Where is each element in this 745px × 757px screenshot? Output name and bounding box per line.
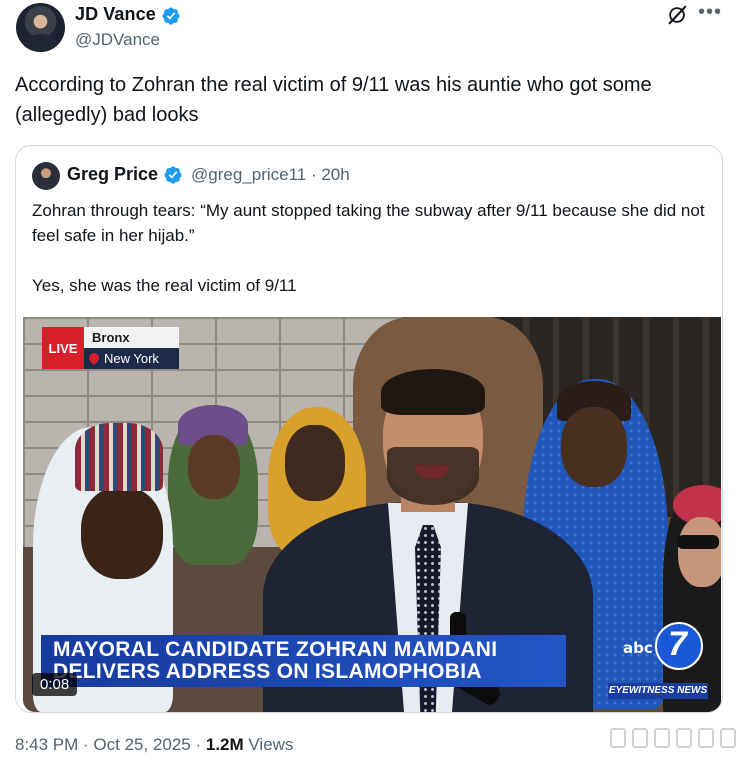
quoted-tweet[interactable]: Greg Price @greg_price11 · 20h Zohran th… <box>15 145 723 713</box>
watermark <box>610 726 736 750</box>
speaker <box>381 369 485 415</box>
video-player[interactable]: LIVE Bronx New York MAYORAL CANDIDATE ZO… <box>23 317 721 712</box>
watermark-mark <box>654 728 670 748</box>
background-person <box>81 487 163 579</box>
author-name[interactable]: JD Vance <box>75 4 156 25</box>
live-badge: LIVE <box>42 327 84 369</box>
station-logo-number: 7 <box>668 625 687 663</box>
verified-badge-icon <box>162 7 180 25</box>
headline-line: DELIVERS ADDRESS ON ISLAMOPHOBIA <box>53 660 482 683</box>
views-label: Views <box>243 735 294 754</box>
quote-paragraph: Yes, she was the real victim of 9/11 <box>32 276 297 295</box>
watermark-mark <box>676 728 692 748</box>
watermark-mark <box>720 728 736 748</box>
background-person <box>75 423 163 491</box>
background-person <box>561 407 627 487</box>
tweet: JD Vance @JDVance ••• According to Zohra… <box>0 0 745 757</box>
location-borough: Bronx <box>84 327 179 348</box>
background-person <box>188 435 240 499</box>
station-logo-text: abc <box>623 639 653 657</box>
watermark-mark <box>698 728 714 748</box>
quote-paragraph: Zohran through tears: “My aunt stopped t… <box>32 201 705 245</box>
background-person <box>678 517 721 587</box>
watermark-mark <box>610 728 626 748</box>
grok-icon[interactable] <box>666 4 688 26</box>
background-person <box>285 425 345 501</box>
quote-author-handle[interactable]: @greg_price11 · 20h <box>191 165 350 185</box>
headline-line: MAYORAL CANDIDATE ZOHRAN MAMDANI <box>53 638 498 661</box>
more-icon[interactable]: ••• <box>698 2 722 26</box>
watermark-mark <box>632 728 648 748</box>
quote-author-name[interactable]: Greg Price <box>67 164 158 185</box>
background-person <box>677 535 719 549</box>
quote-author-avatar[interactable] <box>32 162 60 190</box>
headline-banner: MAYORAL CANDIDATE ZOHRAN MAMDANI DELIVER… <box>41 635 566 687</box>
video-duration: 0:08 <box>32 673 78 696</box>
station-tagline: EYEWITNESS NEWS <box>608 683 708 699</box>
verified-badge-icon <box>164 166 182 184</box>
view-count: 1.2M <box>205 735 244 754</box>
tweet-meta: 8:43 PM · Oct 25, 2025 · 1.2M Views <box>15 735 293 755</box>
author-avatar[interactable] <box>16 3 65 52</box>
timestamp[interactable]: 8:43 PM · Oct 25, 2025 · <box>15 735 206 754</box>
post-text: According to Zohran the real victim of 9… <box>15 74 652 126</box>
quote-text: Zohran through tears: “My aunt stopped t… <box>32 198 712 323</box>
author-handle[interactable]: @JDVance <box>75 30 160 50</box>
